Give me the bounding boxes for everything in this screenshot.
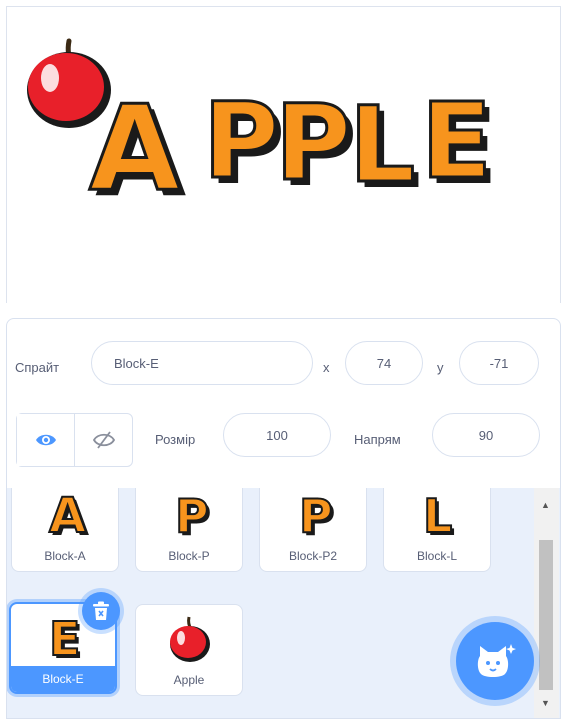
sprite-thumbnail: AA xyxy=(12,488,118,545)
size-input[interactable]: 100 xyxy=(223,413,331,457)
eye-slash-icon xyxy=(92,431,115,449)
letter-sprite-a[interactable]: A A xyxy=(88,78,187,224)
sprite-tile-block-l[interactable]: LL Block-L xyxy=(383,488,491,572)
scroll-up-arrow-icon[interactable]: ▲ xyxy=(541,500,550,510)
svg-text:P: P xyxy=(175,489,209,541)
direction-input[interactable]: 90 xyxy=(432,413,540,457)
sprite-tile-block-p[interactable]: PP Block-P xyxy=(135,488,243,572)
stage-letter-a: A xyxy=(89,79,180,217)
sprite-thumbnail: PP xyxy=(260,488,366,545)
add-sprite-button[interactable] xyxy=(456,622,534,700)
y-label: y xyxy=(437,360,444,375)
scroll-thumb[interactable] xyxy=(539,540,553,690)
sprite-tile-label: Block-A xyxy=(44,549,86,563)
x-input[interactable]: 74 xyxy=(345,341,423,385)
letter-sprite-p2[interactable]: P P xyxy=(274,81,358,211)
cat-sparkle-icon xyxy=(477,644,516,677)
scroll-down-arrow-icon[interactable]: ▼ xyxy=(541,698,550,708)
svg-text:A: A xyxy=(49,488,86,541)
stage-canvas: A A P P P P L L E E xyxy=(27,38,499,224)
sprite-tile-label: Block-L xyxy=(416,549,457,563)
stage-letter-l: L xyxy=(349,84,415,206)
size-label: Розмір xyxy=(155,432,196,447)
letter-sprite-e[interactable]: E E xyxy=(420,79,499,209)
delete-sprite-button[interactable] xyxy=(82,592,120,630)
letter-sprite-l[interactable]: L L xyxy=(348,83,422,213)
letter-sprite-p[interactable]: P P xyxy=(202,79,286,209)
sprite-thumbnail: PP xyxy=(136,488,242,545)
stage-letter-p2: P xyxy=(275,82,351,204)
show-button[interactable] xyxy=(17,414,74,466)
sprite-tile-label: Block-E xyxy=(11,666,115,692)
hide-button[interactable] xyxy=(74,414,132,466)
sprite-list-scrollbar[interactable]: ▲ ▼ xyxy=(534,488,559,718)
sprite-label: Спрайт xyxy=(15,360,60,375)
sprite-tile-block-a[interactable]: AA Block-A xyxy=(11,488,119,572)
stage-letter-e: E xyxy=(421,80,492,202)
trash-icon xyxy=(93,601,109,620)
svg-text:P: P xyxy=(299,489,333,541)
sprite-tile-label: Apple xyxy=(173,673,205,687)
sprite-thumbnail xyxy=(136,611,242,669)
sprite-thumbnail: LL xyxy=(384,488,490,545)
sprite-tile-apple[interactable]: Apple xyxy=(135,604,243,696)
sprite-name-input[interactable]: Block-E xyxy=(91,341,313,385)
apple-icon xyxy=(170,616,210,662)
svg-text:E: E xyxy=(49,612,80,664)
x-label: x xyxy=(323,360,330,375)
sprite-info-panel: Спрайт Block-E x 74 y -71 Розмір 100 Нап… xyxy=(6,318,561,490)
eye-icon xyxy=(35,434,56,446)
sprite-tile-block-p2[interactable]: PP Block-P2 xyxy=(259,488,367,572)
sprite-tile-label: Block-P2 xyxy=(288,549,338,563)
sprite-tile-label: Block-P xyxy=(168,549,210,563)
y-input[interactable]: -71 xyxy=(459,341,539,385)
stage[interactable]: A A P P P P L L E E xyxy=(6,6,561,303)
visibility-toggle xyxy=(16,413,133,467)
stage-letter-p: P xyxy=(203,80,279,202)
direction-label: Напрям xyxy=(354,432,401,447)
svg-text:L: L xyxy=(423,489,452,541)
